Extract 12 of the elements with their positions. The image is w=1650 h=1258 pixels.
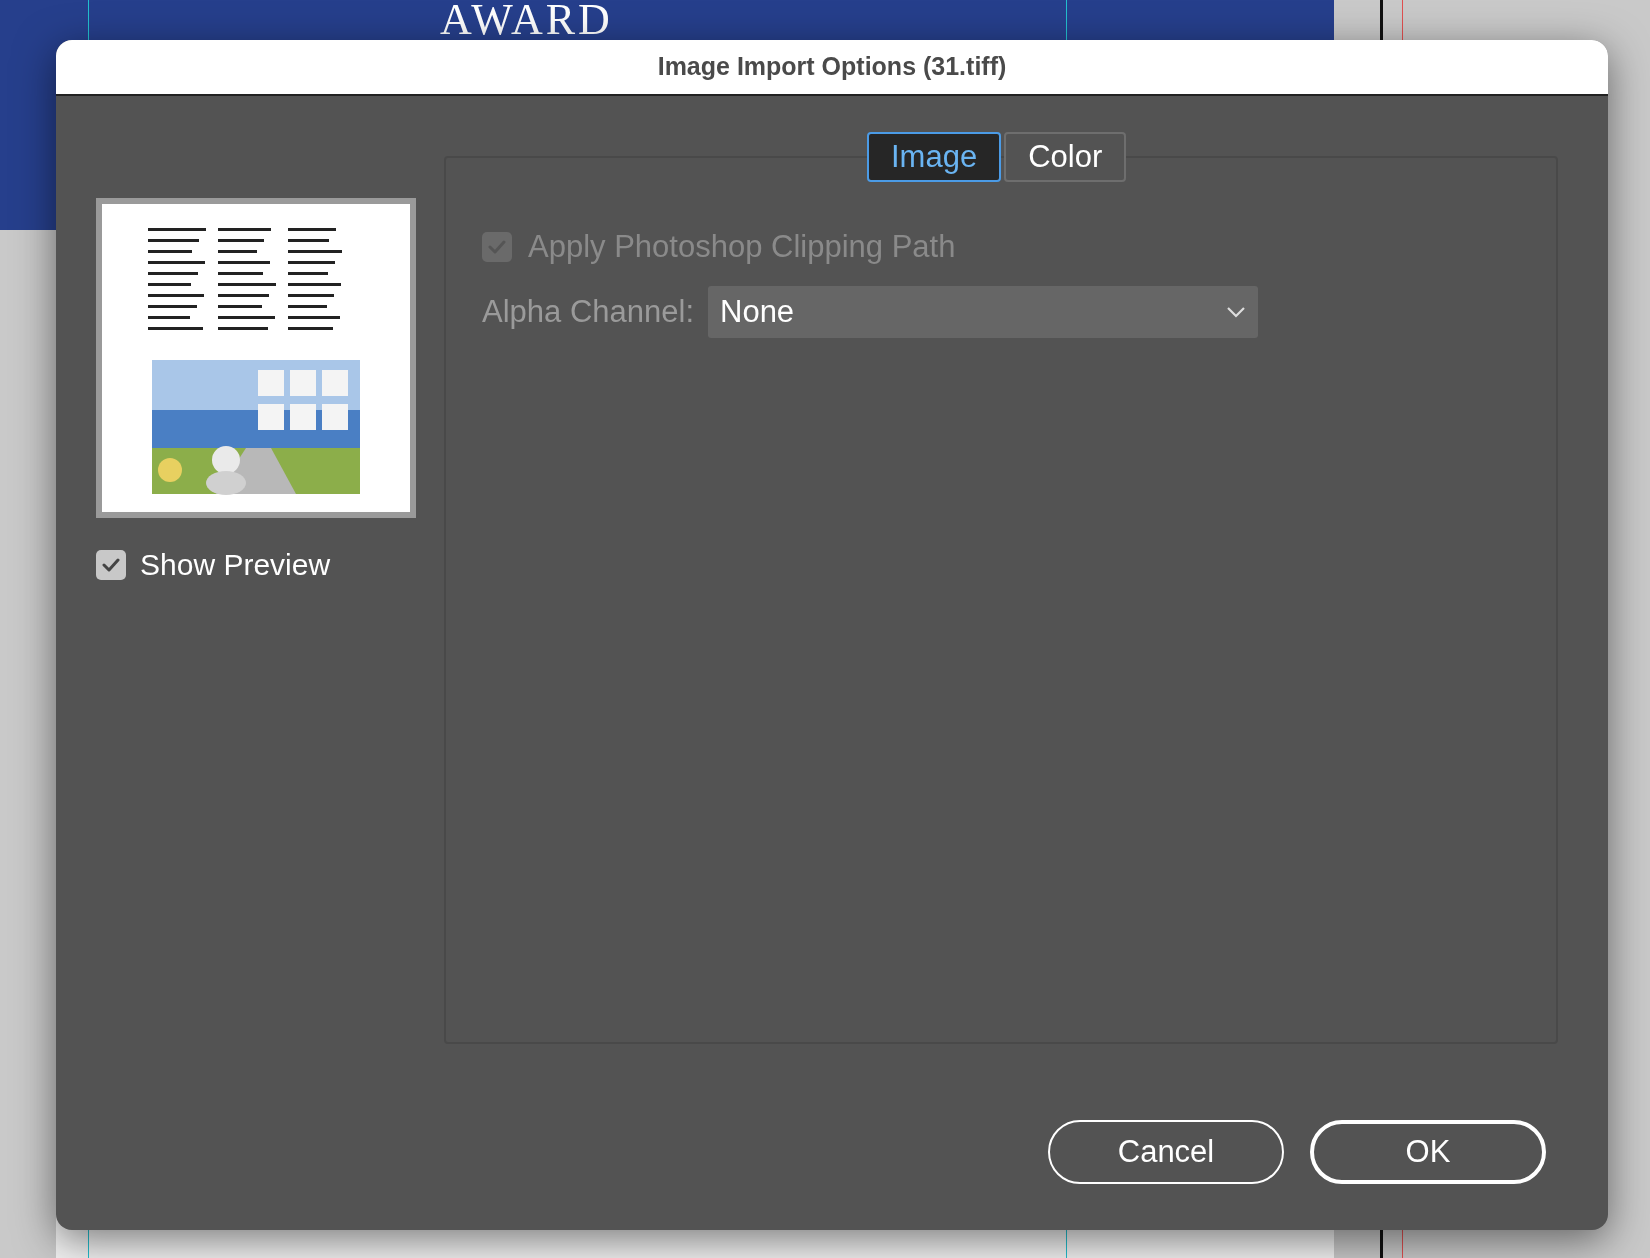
tab[interactable]: Image: [867, 132, 1002, 182]
field-label: Alpha Channel:: [482, 292, 694, 331]
award-heading: AWARD: [440, 0, 613, 40]
tab[interactable]: Color: [1004, 132, 1127, 182]
cancel-button[interactable]: Cancel: [1048, 1120, 1284, 1184]
window-title: Image Import Options (31.tiff): [657, 51, 1007, 83]
checkbox[interactable]: [96, 549, 126, 580]
chevron-down-icon: [1226, 306, 1246, 318]
alpha-channel-dropdown[interactable]: None: [708, 286, 1258, 338]
ok-button[interactable]: OK: [1310, 1120, 1546, 1184]
checkmark-icon: [102, 557, 120, 572]
checkbox-label: Show Preview: [140, 547, 331, 583]
